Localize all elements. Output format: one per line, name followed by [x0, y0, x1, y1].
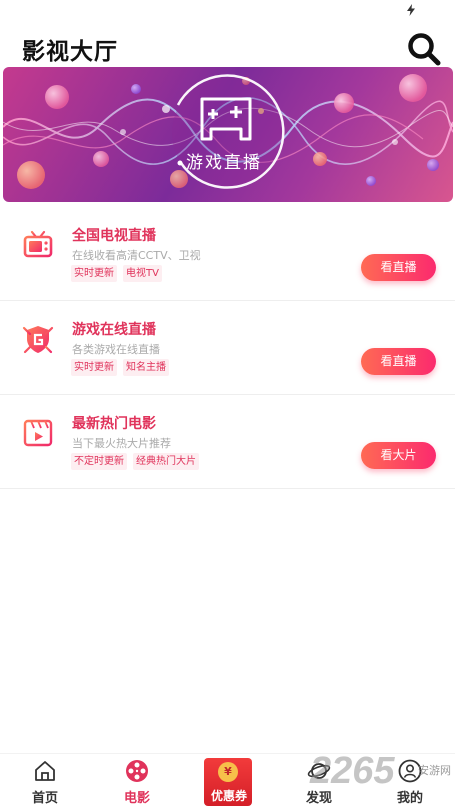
- tab-label: 发现: [305, 791, 332, 806]
- film-reel-icon: [126, 760, 148, 782]
- game-shield-icon: [22, 326, 54, 354]
- planet-icon: [307, 763, 331, 779]
- tv-icon: [23, 230, 53, 258]
- coin-icon: ¥: [218, 762, 238, 782]
- game-live-banner[interactable]: 游戏直播: [3, 67, 453, 202]
- status-bar: [0, 0, 455, 24]
- tag: 实时更新: [71, 265, 117, 282]
- tag: 不定时更新: [71, 453, 127, 470]
- item-subtitle: 当下最火热大片推荐: [72, 437, 171, 450]
- channel-list: 全国电视直播 在线收看高清CCTV、卫视 实时更新 电视TV 看直播 游戏在线直…: [0, 207, 455, 489]
- list-item[interactable]: 全国电视直播 在线收看高清CCTV、卫视 实时更新 电视TV 看直播: [0, 207, 455, 301]
- item-subtitle: 各类游戏在线直播: [72, 343, 160, 356]
- page-title: 影视大厅: [22, 39, 118, 65]
- tab-label: 电影: [123, 791, 150, 806]
- item-tags: 不定时更新 经典热门大片: [71, 453, 199, 470]
- watch-live-button[interactable]: 看直播: [361, 254, 436, 281]
- banner-title: 游戏直播: [186, 153, 262, 173]
- film-icon: [23, 419, 53, 447]
- tab-label: 首页: [31, 791, 58, 806]
- item-title: 最新热门电影: [72, 416, 156, 432]
- tab-discover[interactable]: 发现: [284, 754, 354, 809]
- banner-art: [3, 74, 453, 189]
- tab-coupon[interactable]: ¥ 优惠券: [194, 754, 264, 809]
- watch-live-button[interactable]: 看直播: [361, 348, 436, 375]
- tab-label: 优惠券: [210, 789, 247, 803]
- tab-movie[interactable]: 电影: [102, 754, 172, 809]
- item-tags: 实时更新 电视TV: [71, 265, 162, 282]
- user-icon: [398, 759, 422, 783]
- item-title: 游戏在线直播: [72, 322, 156, 338]
- tag: 电视TV: [123, 265, 162, 282]
- list-item[interactable]: 游戏在线直播 各类游戏在线直播 实时更新 知名主播 看直播: [0, 301, 455, 395]
- tab-home[interactable]: 首页: [10, 754, 80, 809]
- tag: 知名主播: [123, 359, 169, 376]
- search-icon[interactable]: [405, 30, 443, 68]
- bottom-tab-bar: 首页 电影 ¥ 优惠券 发现 我的: [0, 753, 455, 809]
- item-title: 全国电视直播: [72, 228, 156, 244]
- charging-bolt-icon: [407, 4, 415, 16]
- tag: 经典热门大片: [133, 453, 199, 470]
- tab-label: 我的: [396, 791, 423, 806]
- home-icon: [35, 761, 55, 781]
- list-item[interactable]: 最新热门电影 当下最火热大片推荐 不定时更新 经典热门大片 看大片: [0, 395, 455, 489]
- tag: 实时更新: [71, 359, 117, 376]
- watch-movie-button[interactable]: 看大片: [361, 442, 436, 469]
- tab-mine[interactable]: 我的: [375, 754, 445, 809]
- header: 影视大厅: [0, 24, 455, 66]
- item-subtitle: 在线收看高清CCTV、卫视: [72, 249, 201, 262]
- item-tags: 实时更新 知名主播: [71, 359, 169, 376]
